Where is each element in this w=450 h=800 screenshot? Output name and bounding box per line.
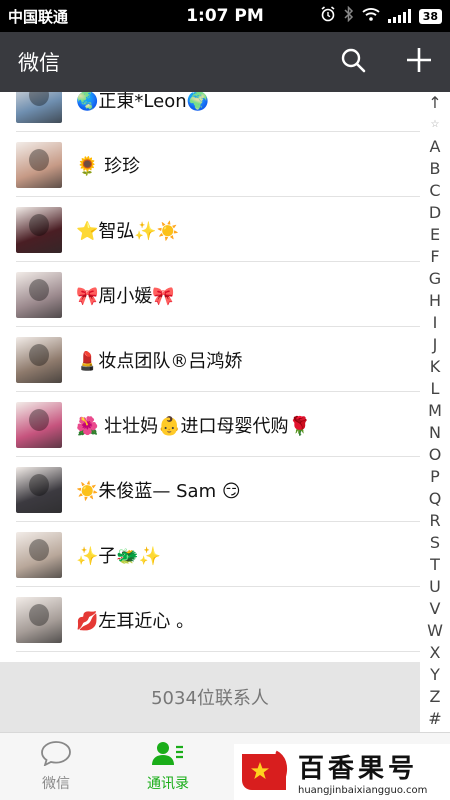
contact-row[interactable]: 🌺 壮壮妈👶进口母婴代购🌹 — [0, 392, 420, 457]
index-letter[interactable]: E — [420, 224, 450, 246]
row-divider — [16, 651, 420, 652]
signal-icon — [387, 9, 411, 23]
chat-bubble-icon — [40, 740, 72, 770]
avatar — [16, 92, 62, 123]
contact-count-footer: 5034位联系人 — [0, 662, 420, 732]
watermark-logo — [236, 748, 292, 796]
index-letter[interactable]: X — [420, 642, 450, 664]
carrier-label: 中国联通 — [8, 7, 69, 26]
avatar — [16, 401, 62, 448]
contact-row[interactable]: 🌻 珍珍 — [0, 132, 420, 197]
index-letter[interactable]: A — [420, 136, 450, 158]
index-letter[interactable]: M — [420, 400, 450, 422]
index-letter[interactable]: V — [420, 598, 450, 620]
status-bar: 中国联通 1:07 PM 38 — [0, 0, 450, 32]
contact-name: 💄妆点团队®吕鸿娇 — [76, 350, 243, 372]
watermark-url: huangjinbaixiangguo.com — [298, 785, 428, 796]
contact-row[interactable]: 🌏正東*Leon🌍 — [0, 92, 420, 132]
status-icons: 38 — [320, 5, 442, 26]
index-letter[interactable]: # — [420, 708, 450, 730]
avatar — [16, 141, 62, 188]
index-letter[interactable]: T — [420, 554, 450, 576]
contacts-icon — [152, 740, 184, 770]
index-letter[interactable]: Z — [420, 686, 450, 708]
index-letter[interactable]: S — [420, 532, 450, 554]
tab-label-chats: 微信 — [42, 776, 70, 792]
index-letter[interactable]: ☆ — [420, 114, 450, 136]
index-letter[interactable]: Y — [420, 664, 450, 686]
index-letter[interactable]: R — [420, 510, 450, 532]
contact-name: ☀️朱俊蓝— Sam 😏 — [76, 480, 241, 502]
plus-icon[interactable] — [406, 47, 432, 77]
alphabet-index[interactable]: ↑ ☆ A B C D E F G H I J K L M N O P Q R S T U V W X Y Z # — [420, 92, 450, 732]
bluetooth-icon — [344, 5, 354, 26]
contact-name: 🌻 珍珍 — [76, 155, 141, 177]
index-letter[interactable]: U — [420, 576, 450, 598]
index-letter[interactable]: P — [420, 466, 450, 488]
index-letter[interactable]: N — [420, 422, 450, 444]
search-icon[interactable] — [340, 47, 366, 77]
battery-indicator: 38 — [418, 8, 442, 24]
contact-row[interactable]: ✨子🐲✨ — [0, 522, 420, 587]
contact-name: ✨子🐲✨ — [76, 545, 162, 567]
index-letter[interactable]: ↑ — [420, 92, 450, 114]
index-letter[interactable]: G — [420, 268, 450, 290]
contact-list: 🌏正東*Leon🌍 🌻 珍珍 ⭐智弘✨☀️ 🎀周小媛🎀 💄妆点团队®吕鸿娇 🌺 壮壮妈👶进… — [0, 92, 420, 662]
wifi-icon — [362, 7, 380, 25]
alarm-icon — [320, 6, 336, 26]
header-actions — [340, 47, 432, 77]
avatar — [16, 271, 62, 318]
contact-name: 🎀周小媛🎀 — [76, 285, 175, 307]
contact-count: 5034位联系人 — [151, 688, 269, 709]
avatar — [16, 531, 62, 578]
contact-name: ⭐智弘✨☀️ — [76, 220, 180, 242]
tab-contacts[interactable]: 通讯录 — [112, 733, 224, 800]
app-header: 微信 — [0, 32, 450, 92]
contact-row[interactable]: ⭐智弘✨☀️ — [0, 197, 420, 262]
watermark-title: 百香果号 — [298, 754, 419, 784]
avatar — [16, 596, 62, 643]
tab-chats[interactable]: 微信 — [0, 733, 112, 800]
index-letter[interactable]: D — [420, 202, 450, 224]
avatar — [16, 466, 62, 513]
contact-row[interactable]: 💄妆点团队®吕鸿娇 — [0, 327, 420, 392]
contact-name: 💋左耳近心 。 — [76, 610, 195, 632]
page-title: 微信 — [18, 51, 60, 75]
index-letter[interactable]: W — [420, 620, 450, 642]
contact-row[interactable]: 🎀周小媛🎀 — [0, 262, 420, 327]
tab-label-contacts: 通讯录 — [147, 776, 189, 792]
contact-name: 🌺 壮壮妈👶进口母婴代购🌹 — [76, 415, 311, 437]
contact-row[interactable]: ☀️朱俊蓝— Sam 😏 — [0, 457, 420, 522]
contact-row[interactable]: 💋左耳近心 。 — [0, 587, 420, 652]
index-letter[interactable]: F — [420, 246, 450, 268]
index-letter[interactable]: I — [420, 312, 450, 334]
index-letter[interactable]: K — [420, 356, 450, 378]
index-letter[interactable]: H — [420, 290, 450, 312]
index-letter[interactable]: C — [420, 180, 450, 202]
index-letter[interactable]: L — [420, 378, 450, 400]
index-letter[interactable]: Q — [420, 488, 450, 510]
index-letter[interactable]: J — [420, 334, 450, 356]
avatar — [16, 206, 62, 253]
index-letter[interactable]: B — [420, 158, 450, 180]
index-letter[interactable]: O — [420, 444, 450, 466]
watermark: 百香果号 huangjinbaixiangguo.com — [234, 744, 450, 800]
avatar — [16, 336, 62, 383]
contact-name: 🌏正東*Leon🌍 — [76, 92, 210, 112]
watermark-text: 百香果号 huangjinbaixiangguo.com — [298, 748, 427, 796]
